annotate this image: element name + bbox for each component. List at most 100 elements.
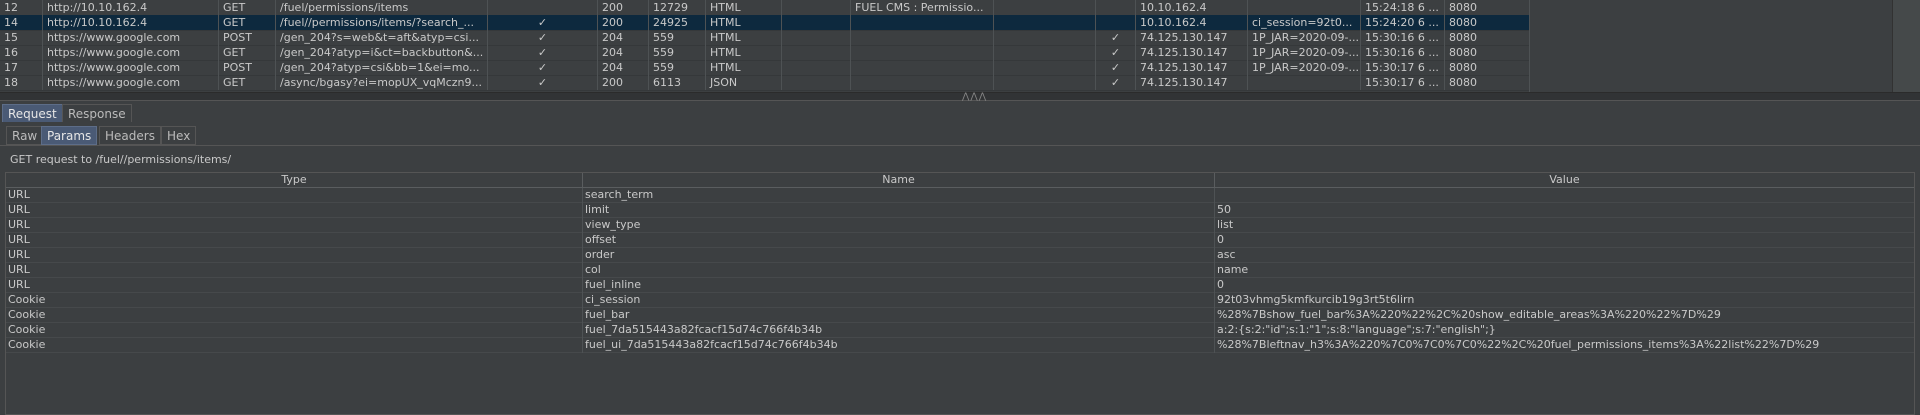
param-cell-name: search_term bbox=[582, 188, 1214, 203]
param-row[interactable]: URL search_term bbox=[6, 188, 1914, 203]
param-row[interactable]: Cookie fuel_ui_7da515443a82fcacf15d74c766… bbox=[6, 338, 1914, 353]
history-row[interactable]: 16 https://www.google.com GET/gen_204?atyp… bbox=[0, 45, 1529, 61]
history-cell-port: 8080 bbox=[1444, 45, 1529, 60]
param-cell-name: limit bbox=[582, 203, 1214, 218]
history-cell-empty bbox=[781, 0, 850, 15]
history-cell-method: GET bbox=[218, 45, 275, 60]
column-header-name[interactable]: Name bbox=[582, 173, 1214, 187]
param-cell-value: %28%7Bshow_fuel_bar%3A%220%22%2C%20show_… bbox=[1214, 308, 1914, 323]
param-cell-type: URL bbox=[8, 218, 30, 231]
param-row[interactable]: Cookie fuel_bar %28%7Bshow_fuel_bar%3A%220… bbox=[6, 308, 1914, 323]
history-cell-params: ✓ bbox=[487, 75, 597, 90]
history-cell-status: 204 bbox=[597, 45, 648, 60]
history-cell-url: /gen_204?atyp=i&ct=backbutton&... bbox=[275, 45, 487, 60]
history-cell-time: 15:30:17 6 ... bbox=[1360, 60, 1444, 75]
history-cell-cookies: ci_session=92t0... bbox=[1247, 15, 1360, 30]
param-cell-type: URL bbox=[8, 203, 30, 216]
history-cell-title bbox=[850, 15, 993, 30]
history-cell-length: 24925 bbox=[648, 15, 705, 30]
history-cell-num: 15 bbox=[4, 31, 18, 44]
tab-params[interactable]: Params bbox=[41, 126, 98, 145]
param-cell-name: view_type bbox=[582, 218, 1214, 233]
tab-request[interactable]: Request bbox=[2, 104, 63, 122]
tab-raw[interactable]: Raw bbox=[6, 126, 44, 145]
history-cell-title bbox=[850, 60, 993, 75]
tab-response[interactable]: Response bbox=[62, 104, 132, 122]
history-cell-status: 200 bbox=[597, 0, 648, 15]
history-cell-method: GET bbox=[218, 75, 275, 90]
param-row[interactable]: URL offset 0 bbox=[6, 233, 1914, 248]
history-cell-ip: 10.10.162.4 bbox=[1135, 15, 1247, 30]
history-cell-length: 559 bbox=[648, 30, 705, 45]
history-cell-empty bbox=[781, 15, 850, 30]
param-cell-value bbox=[1214, 188, 1914, 203]
param-cell-name: order bbox=[582, 248, 1214, 263]
param-cell-name: fuel_7da515443a82fcacf15d74c766f4b34b bbox=[582, 323, 1214, 338]
history-cell-method: GET bbox=[218, 15, 275, 30]
history-row[interactable]: 18 https://www.google.com GET/async/bgasy?… bbox=[0, 75, 1529, 91]
param-cell-value: 50 bbox=[1214, 203, 1914, 218]
history-cell-title: FUEL CMS : Permissio... bbox=[850, 0, 993, 15]
history-cell-empty bbox=[993, 0, 1095, 15]
param-row[interactable]: Cookie ci_session 92t03vhmg5kmfkurcib19g3r… bbox=[6, 293, 1914, 308]
param-row[interactable]: URL fuel_inline 0 bbox=[6, 278, 1914, 293]
param-cell-value: 92t03vhmg5kmfkurcib19g3rt5t6lirn bbox=[1214, 293, 1914, 308]
history-cell-mime: HTML bbox=[705, 30, 781, 45]
history-cell-empty bbox=[781, 60, 850, 75]
param-cell-name: fuel_ui_7da515443a82fcacf15d74c766f4b34b bbox=[582, 338, 1214, 353]
history-cell-host: https://www.google.com bbox=[42, 45, 218, 60]
history-row[interactable]: 14 http://10.10.162.4 GET/fuel//permission… bbox=[0, 15, 1529, 31]
tab-headers[interactable]: Headers bbox=[99, 126, 161, 145]
param-row[interactable]: URL limit 50 bbox=[6, 203, 1914, 218]
param-row[interactable]: URL col name bbox=[6, 263, 1914, 278]
params-table-header: Type Name Value bbox=[6, 173, 1914, 188]
splitter-grip-icon[interactable]: ⋀⋀⋀ bbox=[962, 93, 987, 102]
history-cell-time: 15:24:20 6 ... bbox=[1360, 15, 1444, 30]
history-cell-ssl bbox=[1095, 15, 1135, 30]
history-cell-status: 204 bbox=[597, 60, 648, 75]
column-header-type[interactable]: Type bbox=[6, 173, 582, 187]
history-cell-num: 16 bbox=[4, 46, 18, 59]
history-cell-num: 12 bbox=[4, 1, 18, 14]
history-cell-time: 15:30:16 6 ... bbox=[1360, 30, 1444, 45]
param-row[interactable]: URL order asc bbox=[6, 248, 1914, 263]
tab-separator bbox=[0, 145, 1920, 146]
history-row[interactable]: 15 https://www.google.com POST/gen_204?s=w… bbox=[0, 30, 1529, 46]
column-header-value[interactable]: Value bbox=[1214, 173, 1914, 187]
history-cell-ip: 74.125.130.147 bbox=[1135, 75, 1247, 90]
request-summary: GET request to /fuel//permissions/items/ bbox=[10, 153, 232, 166]
history-row[interactable]: 17 https://www.google.com POST/gen_204?aty… bbox=[0, 60, 1529, 76]
history-cell-port: 8080 bbox=[1444, 30, 1529, 45]
history-cell-url: /async/bgasy?ei=mopUX_vqMczn9... bbox=[275, 75, 487, 90]
param-cell-type: Cookie bbox=[8, 308, 46, 321]
param-cell-value: list bbox=[1214, 218, 1914, 233]
history-cell-params: ✓ bbox=[487, 60, 597, 75]
history-cell-num: 14 bbox=[4, 16, 18, 29]
history-scrollbar[interactable] bbox=[1892, 0, 1920, 92]
param-cell-name: fuel_bar bbox=[582, 308, 1214, 323]
history-cell-url: /gen_204?atyp=csi&bb=1&ei=mo... bbox=[275, 60, 487, 75]
history-cell-title bbox=[850, 75, 993, 90]
params-table: Type Name Value URL search_term URL limit 50… bbox=[5, 172, 1915, 415]
tab-hex[interactable]: Hex bbox=[161, 126, 197, 145]
history-cell-ip: 74.125.130.147 bbox=[1135, 30, 1247, 45]
history-cell-ip: 10.10.162.4 bbox=[1135, 0, 1247, 15]
history-cell-cookies: 1P_JAR=2020-09-... bbox=[1247, 60, 1360, 75]
pane-splitter[interactable]: ⋀⋀⋀ bbox=[0, 92, 1920, 102]
history-cell-method: POST bbox=[218, 60, 275, 75]
history-cell-empty bbox=[993, 60, 1095, 75]
param-row[interactable]: Cookie fuel_7da515443a82fcacf15d74c766f4b… bbox=[6, 323, 1914, 338]
history-cell-status: 200 bbox=[597, 15, 648, 30]
history-cell-port: 8080 bbox=[1444, 15, 1529, 30]
param-cell-type: URL bbox=[8, 188, 30, 201]
history-cell-empty bbox=[781, 75, 850, 90]
history-cell-ssl: ✓ bbox=[1095, 75, 1135, 90]
history-cell-empty bbox=[781, 30, 850, 45]
history-row[interactable]: 12 http://10.10.162.4 GET/fuel/permissions… bbox=[0, 0, 1529, 16]
param-row[interactable]: URL view_type list bbox=[6, 218, 1914, 233]
history-cell-mime: HTML bbox=[705, 0, 781, 15]
history-cell-title bbox=[850, 30, 993, 45]
history-cell-time: 15:24:18 6 ... bbox=[1360, 0, 1444, 15]
history-cell-mime: JSON bbox=[705, 75, 781, 90]
history-cell-length: 559 bbox=[648, 60, 705, 75]
